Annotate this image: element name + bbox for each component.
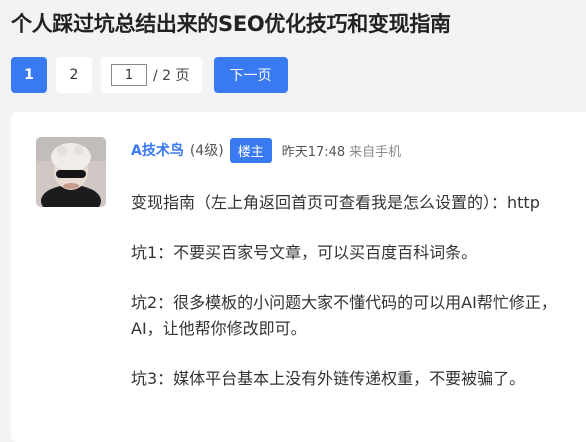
- op-badge: 楼主: [229, 137, 272, 163]
- post-source: 来自手机: [349, 144, 402, 160]
- post-time: 昨天17:48: [281, 144, 346, 160]
- next-page-button[interactable]: 下一页: [213, 57, 288, 93]
- post-paragraph: 坑2：很多模板的小问题大家不懂代码的可以用AI帮忙修正，: [131, 293, 557, 312]
- pagination: 1 2 / 2 页 下一页: [11, 57, 288, 93]
- post-content: 变现指南（左上角返回首页可查看我是怎么设置的）：http 坑1：不要买百家号文章…: [131, 190, 586, 416]
- author-level: (4级): [189, 143, 224, 159]
- post-paragraph: 坑1：不要买百家号文章，可以买百度百科词条。: [131, 243, 478, 262]
- page-total-label: / 2 页: [153, 68, 190, 84]
- page-jump: / 2 页: [101, 57, 202, 93]
- post-paragraph: 坑3：媒体平台基本上没有外链传递权重，不要被骗了。: [131, 369, 526, 388]
- avatar-image-icon: [36, 137, 106, 207]
- post-card: A技术鸟 (4级) 楼主 昨天17:48 来自手机 变现指南（左上角返回首页可查…: [11, 112, 586, 442]
- post-paragraph: AI，让他帮你修改即可。: [131, 319, 307, 338]
- post-meta: A技术鸟 (4级) 楼主 昨天17:48 来自手机: [131, 137, 401, 163]
- post-paragraph: 变现指南（左上角返回首页可查看我是怎么设置的）：http: [131, 193, 540, 212]
- page-title: 个人踩过坑总结出来的SEO优化技巧和变现指南: [11, 12, 451, 36]
- page-1-button[interactable]: 1: [11, 57, 47, 93]
- page-jump-input[interactable]: [111, 64, 147, 86]
- page-2-button[interactable]: 2: [56, 57, 92, 93]
- avatar[interactable]: [36, 137, 106, 207]
- author-name[interactable]: A技术鸟: [131, 140, 184, 160]
